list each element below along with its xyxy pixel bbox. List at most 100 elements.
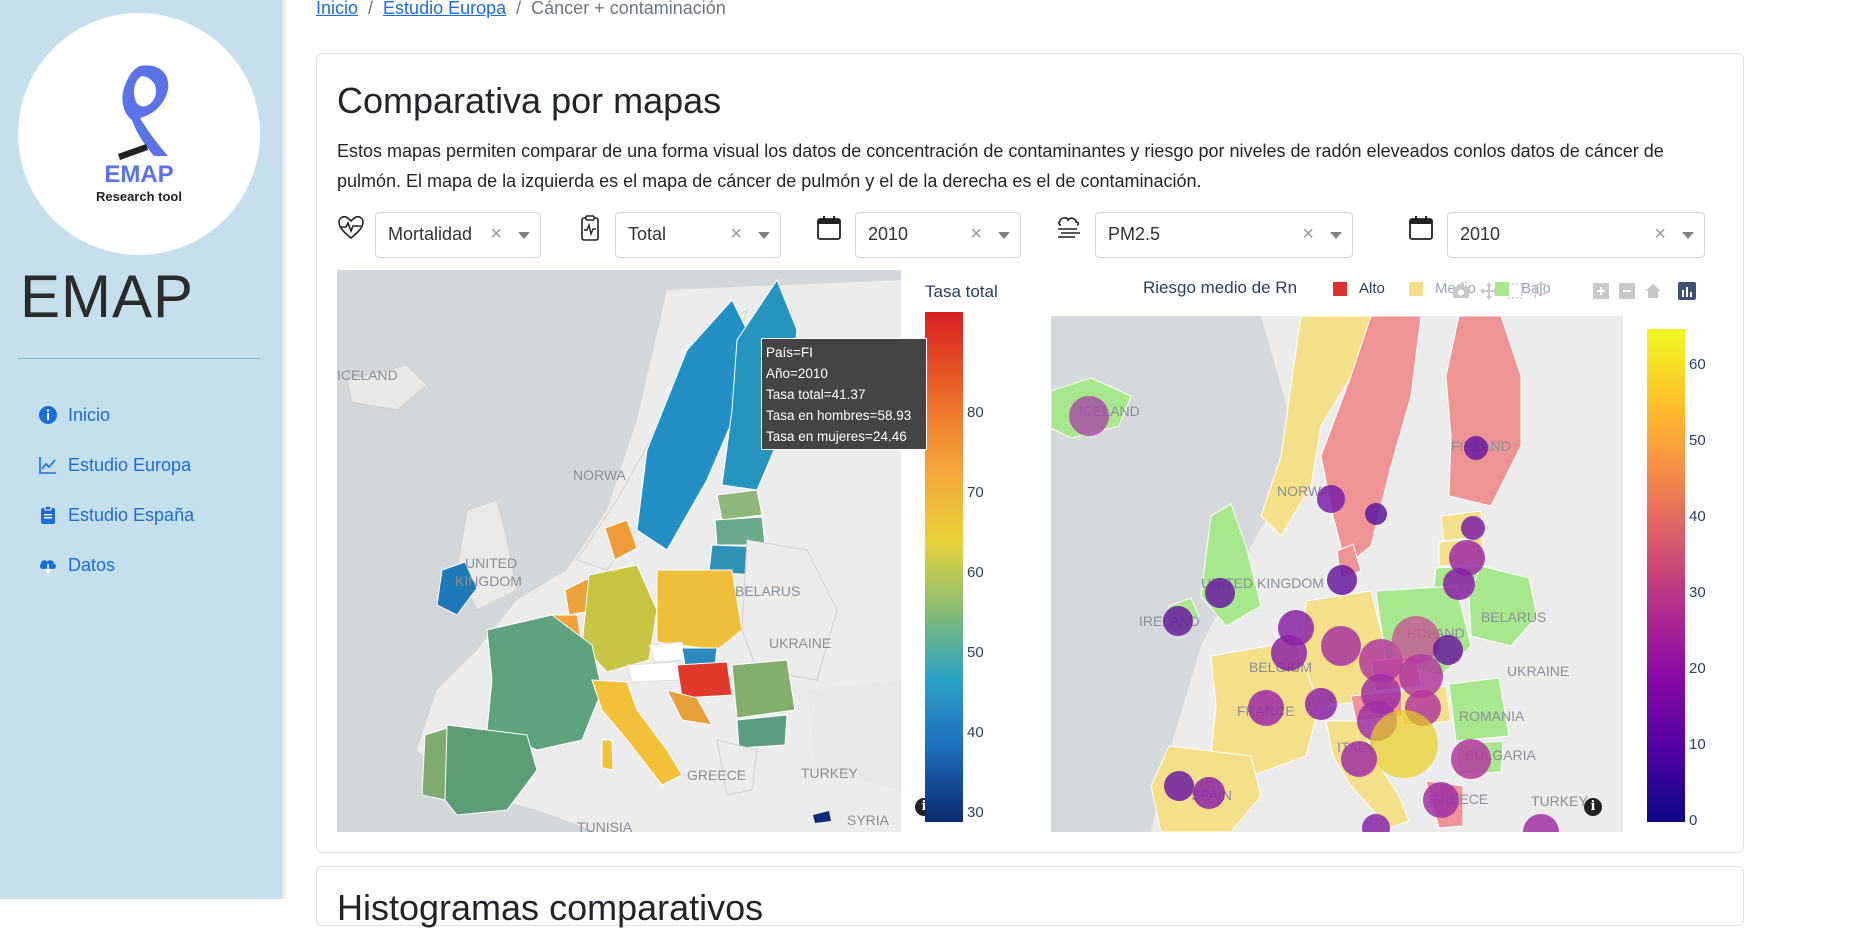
right-colorbar-tick: 20 xyxy=(1689,660,1706,677)
map-label-turkey: TURKEY xyxy=(801,765,858,781)
bubble[interactable] xyxy=(1069,396,1109,436)
bubble[interactable] xyxy=(1341,741,1377,777)
chevron-down-icon[interactable] xyxy=(998,232,1010,239)
bubble[interactable] xyxy=(1271,635,1307,671)
box-select-icon[interactable] xyxy=(1505,281,1525,301)
map-label-uk-2: KINGDOM xyxy=(455,573,522,589)
chevron-down-icon[interactable] xyxy=(518,232,530,239)
right-colorbar-tick: 40 xyxy=(1689,508,1706,525)
brand-title: EMAP xyxy=(20,263,195,330)
bubble[interactable] xyxy=(1317,485,1345,513)
bubble[interactable] xyxy=(1370,710,1438,778)
clear-icon[interactable]: × xyxy=(730,223,742,246)
sidebar-item-label: Datos xyxy=(68,554,116,575)
country-estonia[interactable] xyxy=(716,489,763,521)
lasso-icon[interactable] xyxy=(1531,281,1551,301)
clipboard-pulse-icon xyxy=(581,215,599,241)
logo[interactable]: EMAP Research tool xyxy=(18,13,260,255)
clear-icon[interactable]: × xyxy=(970,223,982,246)
right-colorbar xyxy=(1647,329,1685,822)
zoom-out-icon[interactable] xyxy=(1617,281,1637,301)
tooltip-line: Año=2010 xyxy=(766,366,828,381)
left-colorbar-tick: 70 xyxy=(967,484,984,501)
zoom-in-icon[interactable] xyxy=(1591,281,1611,301)
chevron-down-icon[interactable] xyxy=(1330,232,1342,239)
sidebar: EMAP Research tool EMAP Inicio Estudio E… xyxy=(0,0,282,899)
map-label-romania: ROMANIA xyxy=(1459,708,1525,724)
info-icon[interactable]: i xyxy=(1584,798,1602,816)
breadcrumb-current: Cáncer + contaminación xyxy=(531,0,726,18)
sidebar-item-estudio-europa[interactable]: Estudio Europa xyxy=(38,440,194,490)
logo-subtitle: Research tool xyxy=(96,189,182,204)
tooltip-line: País=FI xyxy=(766,345,813,360)
bubble[interactable] xyxy=(1461,516,1485,540)
country-austria[interactable] xyxy=(626,661,683,683)
legend-swatch-alto[interactable] xyxy=(1333,282,1347,296)
country-portugal[interactable] xyxy=(421,727,448,801)
home-icon[interactable] xyxy=(1643,281,1663,301)
country-czechia[interactable] xyxy=(648,641,688,663)
year-left-select[interactable]: 2010 × xyxy=(855,212,1021,258)
sidebar-item-inicio[interactable]: Inicio xyxy=(38,390,194,440)
camera-icon[interactable] xyxy=(1451,281,1471,301)
map-label-ukraine: UKRAINE xyxy=(1507,663,1569,679)
clear-icon[interactable]: × xyxy=(1302,223,1314,246)
map-label-iceland: ICELAND xyxy=(337,367,398,383)
country-latvia[interactable] xyxy=(714,516,766,546)
bubble[interactable] xyxy=(1305,688,1337,720)
map-label-ukraine: UKRAINE xyxy=(769,635,831,651)
legend-item-alto[interactable]: Alto xyxy=(1359,280,1385,297)
clear-icon[interactable]: × xyxy=(1654,223,1666,246)
pollutant-select[interactable]: PM2.5 × xyxy=(1095,212,1353,258)
left-colorbar xyxy=(925,312,963,822)
bubble[interactable] xyxy=(1433,635,1463,665)
country-hungary[interactable] xyxy=(676,661,733,699)
bubble[interactable] xyxy=(1365,503,1387,525)
histograms-card: Histogramas comparativos xyxy=(316,866,1744,928)
sex-select[interactable]: Total × xyxy=(615,212,781,258)
bubble[interactable] xyxy=(1451,739,1491,779)
sidebar-item-estudio-espana[interactable]: Estudio España xyxy=(38,490,194,540)
map-label-greece: GREECE xyxy=(687,767,746,783)
chevron-down-icon[interactable] xyxy=(1682,232,1694,239)
country-sardinia[interactable] xyxy=(601,739,614,771)
plotly-logo-icon[interactable] xyxy=(1677,281,1697,301)
left-colorbar-tick: 30 xyxy=(967,804,984,821)
bubble[interactable] xyxy=(1205,578,1235,608)
sidebar-divider xyxy=(18,358,260,359)
map-label-uk: UNITED xyxy=(465,555,517,571)
breadcrumb-home-link[interactable]: Inicio xyxy=(316,0,358,18)
country-poland[interactable] xyxy=(656,569,743,651)
year-left-select-value: 2010 xyxy=(868,224,909,244)
country-romania[interactable] xyxy=(731,659,796,719)
year-right-select[interactable]: 2010 × xyxy=(1447,212,1705,258)
legend-swatch-medio[interactable] xyxy=(1409,282,1423,296)
metric-select-value: Mortalidad xyxy=(388,224,473,244)
cloud-download-icon xyxy=(39,560,57,574)
bubble[interactable] xyxy=(1321,626,1361,666)
bubble[interactable] xyxy=(1423,782,1459,818)
bubble[interactable] xyxy=(1193,777,1225,809)
right-colorbar-tick: 10 xyxy=(1689,736,1706,753)
sidebar-item-label: Estudio España xyxy=(68,504,195,525)
chevron-down-icon[interactable] xyxy=(758,232,770,239)
bubble[interactable] xyxy=(1248,690,1284,726)
pollution-map[interactable]: ICELAND FINLAND NORWAY IRELAND BELARUS P… xyxy=(1051,316,1623,832)
clear-icon[interactable]: × xyxy=(490,223,502,246)
bubble[interactable] xyxy=(1443,568,1475,600)
metric-select[interactable]: Mortalidad × xyxy=(375,212,541,258)
info-circle-icon xyxy=(39,406,57,424)
tooltip-line: Tasa en hombres=58.93 xyxy=(766,408,912,423)
pan-icon[interactable] xyxy=(1479,281,1499,301)
right-colorbar-tick: 30 xyxy=(1689,584,1706,601)
sidebar-item-datos[interactable]: Datos xyxy=(38,540,194,590)
bubble[interactable] xyxy=(1164,771,1194,801)
country-bulgaria[interactable] xyxy=(736,714,788,749)
tooltip-line: Tasa total=41.37 xyxy=(766,387,866,402)
bubble[interactable] xyxy=(1464,436,1488,460)
page-title: Comparativa por mapas xyxy=(337,80,722,121)
bubble[interactable] xyxy=(1163,606,1193,636)
map-label-tunisia: TUNISIA xyxy=(577,819,633,832)
bubble[interactable] xyxy=(1327,565,1357,595)
breadcrumb-section-link[interactable]: Estudio Europa xyxy=(383,0,506,18)
